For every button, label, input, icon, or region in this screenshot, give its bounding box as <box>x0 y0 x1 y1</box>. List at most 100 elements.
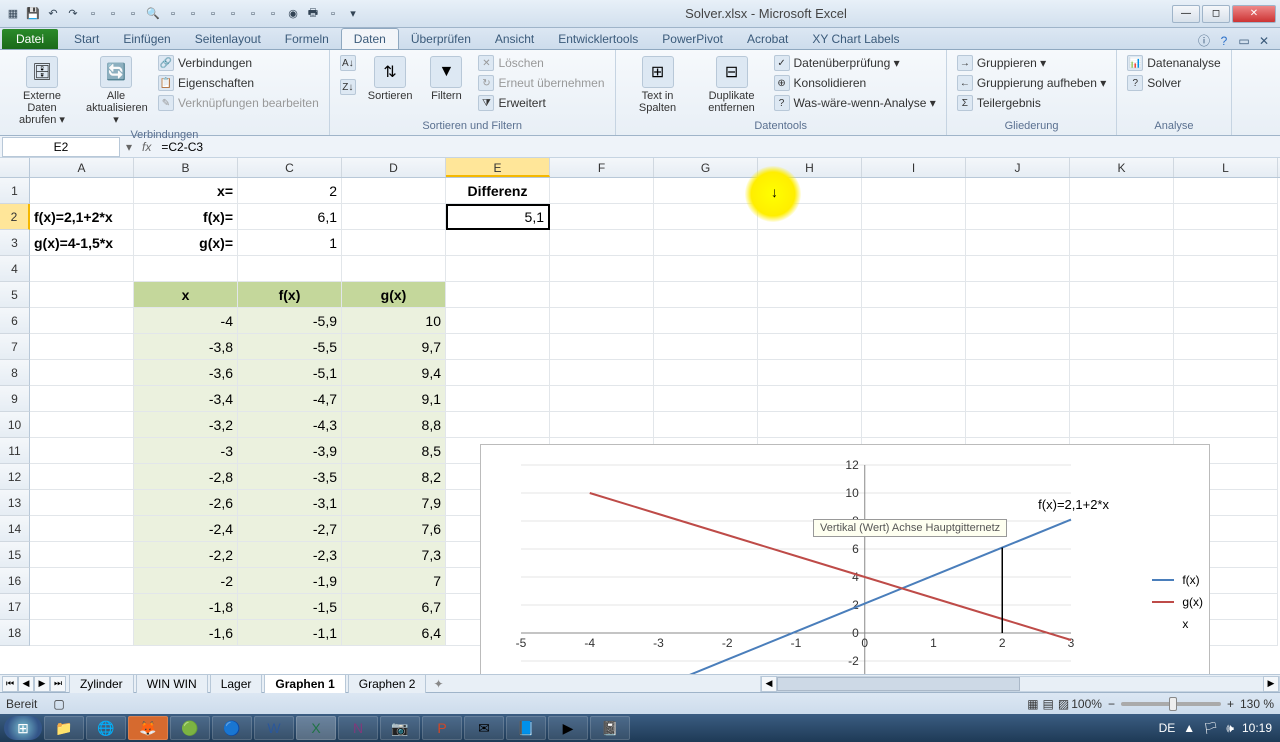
cell[interactable] <box>966 308 1070 334</box>
cell[interactable] <box>654 230 758 256</box>
tab-review[interactable]: Überprüfen <box>399 29 483 49</box>
cell[interactable]: f(x)=2,1+2*x <box>30 204 134 230</box>
cell[interactable]: -2,3 <box>238 542 342 568</box>
sort-button[interactable]: ⇅Sortieren <box>364 54 417 104</box>
cell[interactable] <box>550 204 654 230</box>
cell[interactable]: -1,6 <box>134 620 238 646</box>
filter-button[interactable]: ▼Filtern <box>422 54 470 104</box>
horizontal-scrollbar[interactable]: ◀ ▶ <box>760 676 1280 692</box>
cell[interactable]: -1,5 <box>238 594 342 620</box>
cell[interactable] <box>966 412 1070 438</box>
tab-formulas[interactable]: Formeln <box>273 29 341 49</box>
cell[interactable] <box>446 360 550 386</box>
scroll-left-icon[interactable]: ◀ <box>761 676 777 692</box>
scroll-right-icon[interactable]: ▶ <box>1263 676 1279 692</box>
maximize-button[interactable]: ◻ <box>1202 5 1230 23</box>
cell[interactable] <box>550 282 654 308</box>
cell[interactable]: 7,6 <box>342 516 446 542</box>
qat-btn[interactable]: ◉ <box>284 5 302 23</box>
ungroup-button[interactable]: ←Gruppierung aufheben ▾ <box>955 74 1108 92</box>
sheet-tab[interactable]: Lager <box>210 674 263 693</box>
cell[interactable] <box>1070 360 1174 386</box>
row-header[interactable]: 2 <box>0 204 30 230</box>
zoom-in-icon[interactable]: + <box>1227 697 1234 711</box>
tab-dev[interactable]: Entwicklertools <box>546 29 650 49</box>
cell[interactable] <box>30 360 134 386</box>
row-header[interactable]: 6 <box>0 308 30 334</box>
sheet-tab[interactable]: WIN WIN <box>136 674 208 693</box>
tab-powerpivot[interactable]: PowerPivot <box>650 29 735 49</box>
qat-btn[interactable]: ▫ <box>184 5 202 23</box>
cell[interactable]: 9,4 <box>342 360 446 386</box>
cell[interactable]: -3,6 <box>134 360 238 386</box>
column-header[interactable]: D <box>342 158 446 177</box>
connections-button[interactable]: 🔗Verbindungen <box>156 54 321 72</box>
cell[interactable] <box>654 204 758 230</box>
edit-links-button[interactable]: ✎Verknüpfungen bearbeiten <box>156 94 321 112</box>
row-header[interactable]: 7 <box>0 334 30 360</box>
cell[interactable] <box>30 516 134 542</box>
cell[interactable] <box>1070 412 1174 438</box>
cell[interactable] <box>30 568 134 594</box>
column-header[interactable]: J <box>966 158 1070 177</box>
view-pagebreak-icon[interactable]: ▨ <box>1058 697 1069 711</box>
window-restore-icon[interactable]: ▭ <box>1236 34 1252 48</box>
cell[interactable] <box>1070 308 1174 334</box>
cell[interactable]: 8,5 <box>342 438 446 464</box>
cell[interactable] <box>30 386 134 412</box>
cell[interactable]: -2,2 <box>134 542 238 568</box>
cell[interactable]: -2,8 <box>134 464 238 490</box>
workbook-close-icon[interactable]: ✕ <box>1256 34 1272 48</box>
cell[interactable] <box>966 178 1070 204</box>
advanced-filter-button[interactable]: ⧩Erweitert <box>476 94 606 112</box>
cell[interactable] <box>30 464 134 490</box>
cell[interactable] <box>446 412 550 438</box>
cell[interactable] <box>966 360 1070 386</box>
row-header[interactable]: 14 <box>0 516 30 542</box>
qat-btn[interactable]: ▫ <box>124 5 142 23</box>
cell[interactable] <box>654 282 758 308</box>
cell[interactable] <box>758 282 862 308</box>
cell[interactable] <box>758 386 862 412</box>
sheet-nav-prev[interactable]: ◀ <box>18 676 34 692</box>
cell[interactable]: 8,8 <box>342 412 446 438</box>
cell[interactable] <box>550 178 654 204</box>
qat-btn[interactable]: 🖶 <box>304 5 322 23</box>
cell[interactable] <box>1070 204 1174 230</box>
qat-btn[interactable]: ▫ <box>244 5 262 23</box>
cell[interactable]: -5,5 <box>238 334 342 360</box>
cell[interactable] <box>1174 256 1278 282</box>
row-header[interactable]: 15 <box>0 542 30 568</box>
cell[interactable] <box>862 178 966 204</box>
cell[interactable] <box>654 360 758 386</box>
column-header[interactable]: K <box>1070 158 1174 177</box>
qat-more[interactable]: ▾ <box>344 5 362 23</box>
cell[interactable]: -3,9 <box>238 438 342 464</box>
row-header[interactable]: 5 <box>0 282 30 308</box>
cell[interactable] <box>1174 282 1278 308</box>
sort-desc-button[interactable]: Z↓ <box>338 78 358 96</box>
cell[interactable] <box>550 360 654 386</box>
cell[interactable]: -1,9 <box>238 568 342 594</box>
cell[interactable] <box>862 386 966 412</box>
column-header[interactable]: L <box>1174 158 1278 177</box>
qat-btn[interactable]: ▫ <box>104 5 122 23</box>
tray-icon[interactable]: 🕪 <box>1226 721 1234 736</box>
cell[interactable] <box>134 256 238 282</box>
cell[interactable] <box>550 308 654 334</box>
redo-icon[interactable]: ↷ <box>64 5 82 23</box>
cell[interactable]: 5,1 <box>446 204 550 230</box>
reapply-button[interactable]: ↻Erneut übernehmen <box>476 74 606 92</box>
qat-btn[interactable]: ▫ <box>324 5 342 23</box>
cell[interactable] <box>1070 230 1174 256</box>
cell[interactable] <box>30 282 134 308</box>
subtotal-button[interactable]: ΣTeilergebnis <box>955 94 1108 112</box>
cell[interactable] <box>446 230 550 256</box>
save-icon[interactable]: 💾 <box>24 5 42 23</box>
cell[interactable]: -2 <box>134 568 238 594</box>
column-header[interactable]: E <box>446 158 550 177</box>
cell[interactable]: 2 <box>238 178 342 204</box>
cell[interactable] <box>758 360 862 386</box>
cell[interactable] <box>862 230 966 256</box>
cell[interactable]: -3 <box>134 438 238 464</box>
